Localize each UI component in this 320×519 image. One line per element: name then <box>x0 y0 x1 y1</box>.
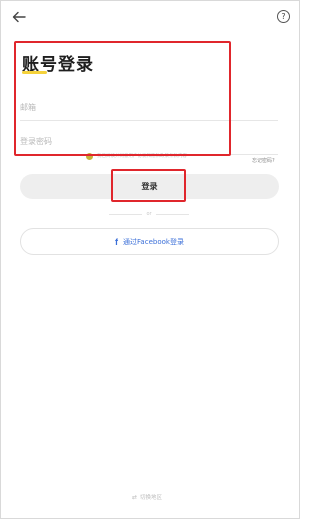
arrow-left-icon <box>12 11 26 23</box>
question-circle-icon: ? <box>281 12 286 21</box>
screen-frame <box>0 0 300 519</box>
terms-agreement[interactable]: 我已阅读并同意用户协议和隐私政策条款内容 <box>86 151 187 161</box>
switch-region-label: 切换地区 <box>140 495 163 501</box>
email-input[interactable] <box>20 95 278 120</box>
facebook-login-button[interactable]: f 通过Facebook登录 <box>20 228 279 255</box>
or-divider: or <box>109 211 189 217</box>
facebook-login-label: 通过Facebook登录 <box>123 237 184 246</box>
help-button[interactable]: ? <box>277 10 290 23</box>
email-field-container <box>20 95 278 121</box>
swap-icon: ⇄ <box>132 493 138 501</box>
terms-checkbox[interactable] <box>86 152 93 160</box>
login-button[interactable]: 登录 <box>20 174 279 199</box>
switch-region-button[interactable]: ⇄ 切换地区 <box>132 493 163 502</box>
terms-text: 我已阅读并同意用户协议和隐私政策条款内容 <box>97 154 187 159</box>
divider-text: or <box>146 211 152 217</box>
divider-line-left <box>109 213 143 215</box>
back-button[interactable] <box>10 8 28 26</box>
forgot-password-link[interactable]: 忘记密码? <box>252 157 275 164</box>
divider-line-right <box>155 213 189 215</box>
title-underline <box>22 71 47 74</box>
facebook-icon: f <box>115 236 119 247</box>
